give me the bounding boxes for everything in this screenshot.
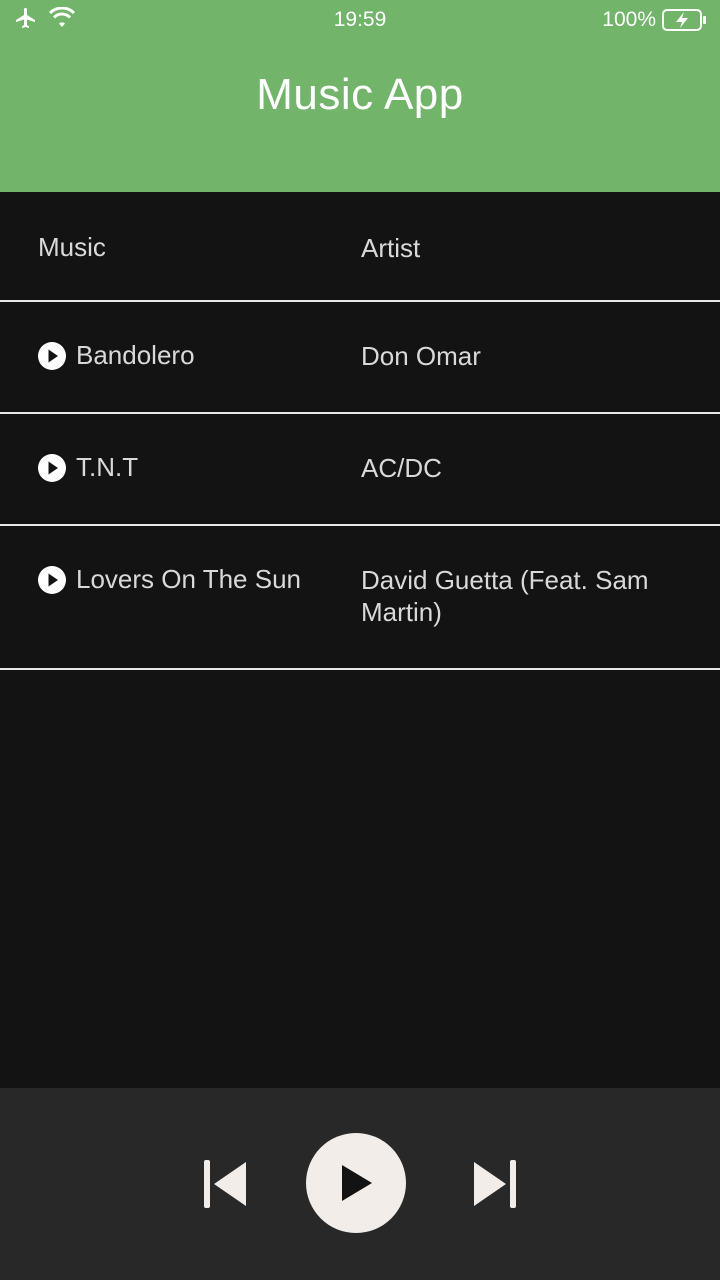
song-title: Lovers On The Sun bbox=[76, 564, 301, 594]
column-header-music: Music bbox=[38, 232, 106, 262]
play-icon bbox=[342, 1165, 372, 1201]
table-row[interactable]: Bandolero Don Omar bbox=[0, 302, 720, 414]
status-bar: 19:59 100% bbox=[0, 0, 720, 40]
song-artist: David Guetta (Feat. Sam Martin) bbox=[361, 565, 649, 627]
column-header-artist: Artist bbox=[361, 233, 421, 263]
table-row[interactable]: Lovers On The Sun David Guetta (Feat. Sa… bbox=[0, 526, 720, 670]
song-artist: AC/DC bbox=[361, 453, 442, 483]
battery-percentage: 100% bbox=[602, 8, 656, 31]
song-artist: Don Omar bbox=[361, 341, 481, 371]
battery-charging-icon bbox=[662, 9, 706, 31]
song-title: T.N.T bbox=[76, 452, 139, 482]
table-header-row: Music Artist bbox=[0, 192, 720, 302]
skip-next-icon[interactable] bbox=[470, 1158, 518, 1210]
play-circle-icon[interactable] bbox=[38, 341, 66, 370]
app-title: Music App bbox=[256, 70, 464, 119]
play-circle-icon[interactable] bbox=[38, 565, 66, 594]
table-row[interactable]: T.N.T AC/DC bbox=[0, 414, 720, 526]
app-header: 19:59 100% Music App bbox=[0, 0, 720, 192]
skip-previous-icon[interactable] bbox=[202, 1158, 250, 1210]
music-table: Music Artist Bandolero Don Omar T.N.T AC… bbox=[0, 192, 720, 670]
song-title: Bandolero bbox=[76, 340, 195, 370]
play-button[interactable] bbox=[306, 1133, 406, 1233]
play-circle-icon[interactable] bbox=[38, 453, 66, 482]
